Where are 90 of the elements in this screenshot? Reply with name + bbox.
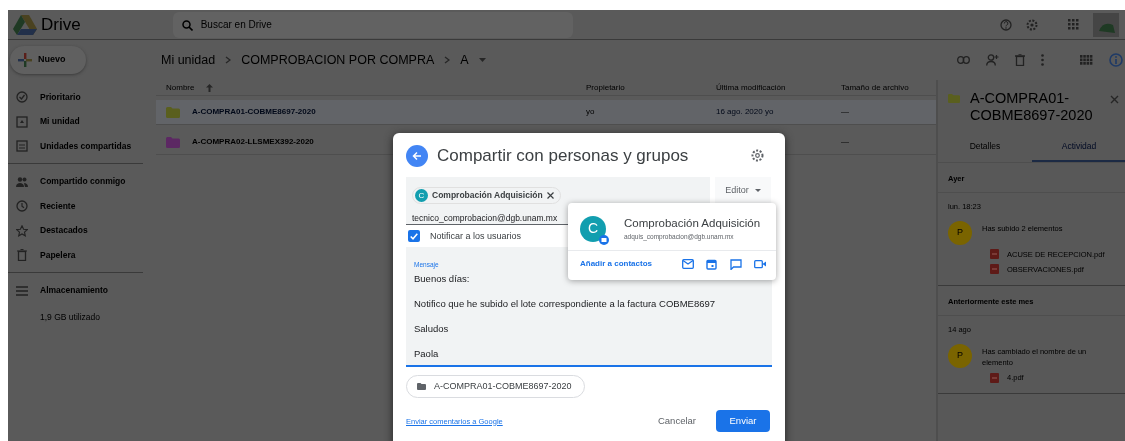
modified-cell: 16 ago. 2020 yo (716, 107, 774, 116)
sidebar-item[interactable]: Reciente (8, 194, 153, 219)
chevron-right-icon (444, 56, 451, 64)
folder-icon (166, 106, 180, 118)
role-dropdown[interactable]: Editor (715, 176, 771, 205)
column-header[interactable]: Última modificación (716, 82, 786, 92)
chat-icon[interactable] (730, 258, 742, 270)
grid-view-icon[interactable] (1080, 55, 1093, 65)
calendar-icon[interactable] (706, 258, 718, 270)
check-icon (410, 232, 418, 240)
dialog-title: Compartir con personas y grupos (437, 145, 689, 167)
caret-down-icon[interactable] (478, 58, 486, 62)
recipient-chip[interactable]: C Comprobación Adquisición (412, 187, 561, 204)
column-header[interactable]: Nombre (166, 81, 195, 94)
storage-icon (16, 285, 28, 296)
message-line: Saludos (414, 322, 449, 334)
storage-item[interactable]: Almacenamiento (8, 278, 153, 303)
help-icon[interactable] (1000, 18, 1012, 31)
pdf-file-icon (990, 372, 999, 383)
storage-usage: 1,9 GB utilizado (39, 311, 100, 324)
mail-icon[interactable] (682, 258, 694, 270)
email-text: tecnico_comprobacion@dgb.unam.mx (412, 212, 558, 223)
pdf-file-icon (990, 249, 999, 260)
column-header[interactable]: Tamaño de archivo (841, 82, 909, 92)
sidebar-item[interactable]: Prioritario (8, 85, 153, 110)
message-line: Buenos días: (414, 273, 470, 284)
back-button[interactable] (406, 144, 428, 167)
folder-icon (948, 94, 960, 103)
settings-icon[interactable] (751, 149, 764, 163)
group-badge-icon (599, 234, 609, 245)
message-line: Notifico que he subido el lote correspondiente a la factura COBME8697 (414, 297, 715, 309)
apps-icon[interactable] (1068, 19, 1079, 30)
owner-cell: yo (586, 107, 595, 116)
close-icon[interactable] (546, 192, 554, 199)
more-icon[interactable] (1041, 54, 1044, 66)
chevron-right-icon (225, 56, 232, 64)
breadcrumb-item[interactable]: COMPROBACION POR COMPRA (241, 50, 435, 70)
cancel-button[interactable]: Cancelar (651, 413, 702, 430)
sidebar-item[interactable]: Papelera (8, 243, 153, 268)
search-icon (181, 19, 193, 31)
trash-icon[interactable] (1015, 54, 1025, 66)
check-circle-icon (16, 91, 28, 104)
message-line: Paola (414, 347, 439, 359)
drive-icon (16, 115, 28, 128)
checkbox[interactable] (408, 230, 420, 243)
clock-icon (16, 200, 28, 213)
folder-icon (166, 136, 180, 148)
caret-down-icon (754, 189, 761, 192)
avatar: C (415, 189, 428, 202)
file-row[interactable]: A-COMPRA01-COBME8697-2020 yo 16 ago. 2020 yo — (156, 100, 936, 125)
account-logo-icon[interactable] (1093, 12, 1119, 37)
settings-icon[interactable] (1026, 18, 1038, 31)
breadcrumb-item[interactable]: Mi unidad (161, 50, 216, 70)
pdf-file-icon (990, 264, 999, 275)
add-person-icon[interactable] (986, 54, 999, 66)
sidebar-item[interactable]: Mi unidad (8, 109, 153, 134)
info-icon[interactable] (1109, 53, 1123, 67)
folder-icon (417, 382, 426, 390)
plus-icon (18, 53, 32, 67)
avatar: C (580, 215, 606, 242)
column-header[interactable]: Propietario (586, 82, 625, 92)
shared-drive-icon (16, 140, 28, 153)
sidebar-item[interactable]: Unidades compartidas (8, 134, 153, 159)
size-cell: — (841, 107, 849, 116)
app-name: Drive (41, 13, 81, 36)
chip-label: Comprobación Adquisición (432, 189, 543, 202)
trash-icon (16, 249, 28, 262)
back-arrow-icon (412, 150, 422, 161)
sidebar-item[interactable]: Destacados (8, 218, 153, 243)
add-contact-link[interactable]: Añadir a contactos (580, 258, 652, 270)
checkbox-label[interactable]: Notificar a los usuarios (430, 229, 522, 243)
size-cell: — (841, 137, 849, 146)
panel-tab[interactable]: Detalles (938, 137, 1032, 163)
panel-tab[interactable]: Actividad (1032, 137, 1125, 163)
file-name: A-COMPRA01-COBME8697-2020 (192, 106, 316, 118)
file-name: A-COMPRA02-LLSMEX392-2020 (192, 136, 314, 148)
sort-up-arrow-icon[interactable] (206, 83, 214, 92)
video-call-icon[interactable] (754, 258, 766, 270)
send-button[interactable]: Enviar (716, 410, 770, 433)
sidebar-item[interactable]: Compartido conmigo (8, 169, 153, 194)
avatar: P (948, 220, 972, 245)
avatar: P (948, 343, 972, 368)
search-field[interactable]: Buscar en Drive (172, 11, 573, 38)
star-icon (16, 224, 28, 237)
drive-logo-icon (13, 14, 37, 35)
panel-title: A-COMPRA01-COBME8697-2020 (970, 90, 1094, 124)
people-icon (16, 175, 28, 188)
breadcrumb-item[interactable]: A (460, 50, 469, 70)
link-icon[interactable] (957, 56, 970, 64)
new-button[interactable]: Nuevo (10, 46, 86, 74)
